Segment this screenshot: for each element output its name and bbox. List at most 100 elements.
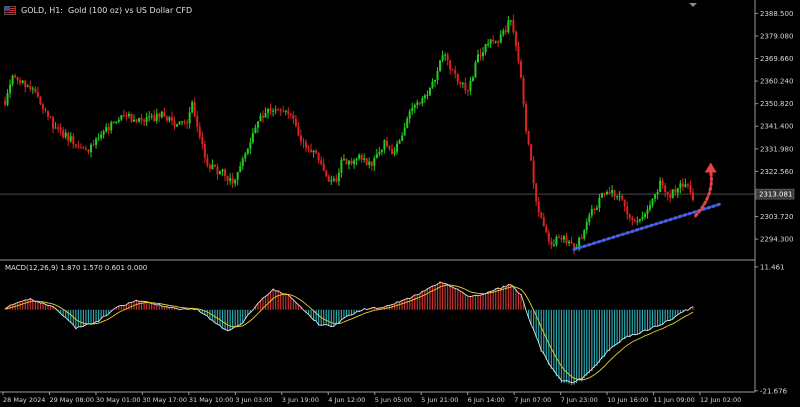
price-chart[interactable]: 2388.500 2379.080 2369.660 2360.240 2350.820… bbox=[0, 0, 800, 407]
price-tick-label: 2369.660 bbox=[760, 55, 793, 63]
candle-body bbox=[163, 111, 166, 117]
candle-body bbox=[611, 190, 614, 193]
candle-body bbox=[649, 205, 651, 210]
time-tick-label: 30 May 17:00 bbox=[142, 396, 187, 404]
candle-body bbox=[211, 164, 214, 169]
candle-body bbox=[380, 149, 383, 153]
candle-body bbox=[315, 150, 318, 153]
candle-body bbox=[530, 143, 533, 161]
candle-body bbox=[26, 86, 29, 88]
candle-body bbox=[474, 62, 477, 78]
candle-body bbox=[469, 80, 472, 91]
candle-body bbox=[616, 196, 619, 198]
candle-body bbox=[454, 69, 457, 74]
candle-body bbox=[19, 80, 22, 83]
candle-body bbox=[251, 133, 254, 143]
candle-body bbox=[416, 102, 419, 105]
candle-body bbox=[626, 206, 629, 215]
candle-body bbox=[646, 209, 649, 215]
candle-body bbox=[517, 46, 520, 62]
candle-body bbox=[191, 102, 194, 113]
candle-body bbox=[90, 144, 92, 153]
candle-body bbox=[206, 157, 209, 166]
candle-body bbox=[388, 146, 391, 149]
axes: 2388.500 2379.080 2369.660 2360.240 2350.820… bbox=[0, 0, 795, 404]
candle-body bbox=[64, 132, 67, 138]
candle-body bbox=[269, 108, 272, 112]
candle-body bbox=[105, 126, 108, 132]
candle-body bbox=[570, 241, 573, 244]
candle-body bbox=[29, 86, 32, 90]
candle-body bbox=[67, 132, 70, 142]
candle-body bbox=[6, 92, 9, 105]
candle-body bbox=[633, 220, 636, 222]
candle-body bbox=[16, 77, 19, 81]
candle-body bbox=[274, 109, 277, 111]
candle-body bbox=[21, 80, 24, 83]
candle-body bbox=[310, 149, 313, 153]
candle-body bbox=[299, 135, 302, 142]
candle-body bbox=[348, 160, 350, 165]
candle-body bbox=[208, 165, 211, 169]
candle-body bbox=[631, 217, 634, 221]
candle-body bbox=[236, 171, 239, 180]
candle-body bbox=[59, 127, 62, 131]
candle-body bbox=[613, 190, 616, 197]
candle-body bbox=[595, 207, 598, 210]
candle-body bbox=[502, 30, 505, 35]
candle-body bbox=[148, 116, 151, 118]
time-tick-label: 29 May 08:00 bbox=[49, 396, 94, 404]
candle-body bbox=[565, 236, 568, 244]
time-tick-label: 28 May 2024 bbox=[3, 396, 45, 404]
price-tick-label: 2388.500 bbox=[760, 10, 793, 18]
macd-tick-label: -21.676 bbox=[760, 387, 788, 395]
candle-body bbox=[115, 121, 118, 123]
us-flag-icon bbox=[4, 5, 16, 15]
candle-body bbox=[322, 163, 325, 171]
chart-title: GOLD, H1: Gold (100 oz) vs US Dollar CFD bbox=[4, 3, 192, 17]
candle-body bbox=[494, 41, 497, 43]
candle-body bbox=[375, 154, 378, 159]
time-tick-label: 5 Jun 21:00 bbox=[421, 396, 458, 404]
candle-body bbox=[560, 237, 563, 240]
candle-body bbox=[231, 178, 234, 184]
time-tick-label: 7 Jun 07:00 bbox=[514, 396, 551, 404]
candle-body bbox=[297, 126, 300, 136]
candle-body bbox=[36, 92, 39, 97]
candle-body bbox=[294, 118, 297, 127]
price-tick-label: 2350.820 bbox=[760, 100, 793, 108]
candle-body bbox=[289, 113, 292, 115]
candle-body bbox=[568, 241, 571, 244]
candle-body bbox=[684, 184, 687, 187]
candle-body bbox=[547, 232, 550, 242]
candle-body bbox=[84, 148, 87, 150]
candle-body bbox=[224, 169, 227, 177]
candle-body bbox=[674, 189, 677, 193]
candle-body bbox=[484, 43, 487, 53]
candle-body bbox=[441, 55, 444, 61]
candle-body bbox=[345, 158, 348, 165]
candle-body bbox=[479, 54, 482, 57]
candle-body bbox=[654, 194, 657, 199]
candle-body bbox=[421, 98, 424, 104]
candle-body bbox=[226, 176, 229, 181]
macd-pane bbox=[4, 281, 694, 385]
candle-body bbox=[540, 212, 543, 218]
candle-body bbox=[580, 237, 583, 239]
candle-body bbox=[418, 102, 421, 104]
candle-body bbox=[125, 115, 128, 117]
candle-body bbox=[122, 115, 125, 117]
candle-body bbox=[107, 126, 110, 131]
candle-body bbox=[287, 110, 290, 114]
time-tick-label: 12 Jun 02:00 bbox=[700, 396, 741, 404]
candle-body bbox=[603, 193, 606, 195]
time-tick-label: 3 Jun 03:00 bbox=[235, 396, 272, 404]
candle-body bbox=[143, 120, 146, 122]
candle-body bbox=[9, 84, 12, 93]
candle-body bbox=[426, 95, 429, 97]
candle-body bbox=[74, 144, 77, 147]
candle-body bbox=[378, 152, 381, 155]
candle-body bbox=[47, 110, 49, 117]
price-tick-label: 2303.720 bbox=[760, 213, 793, 221]
candle-body bbox=[165, 116, 168, 121]
